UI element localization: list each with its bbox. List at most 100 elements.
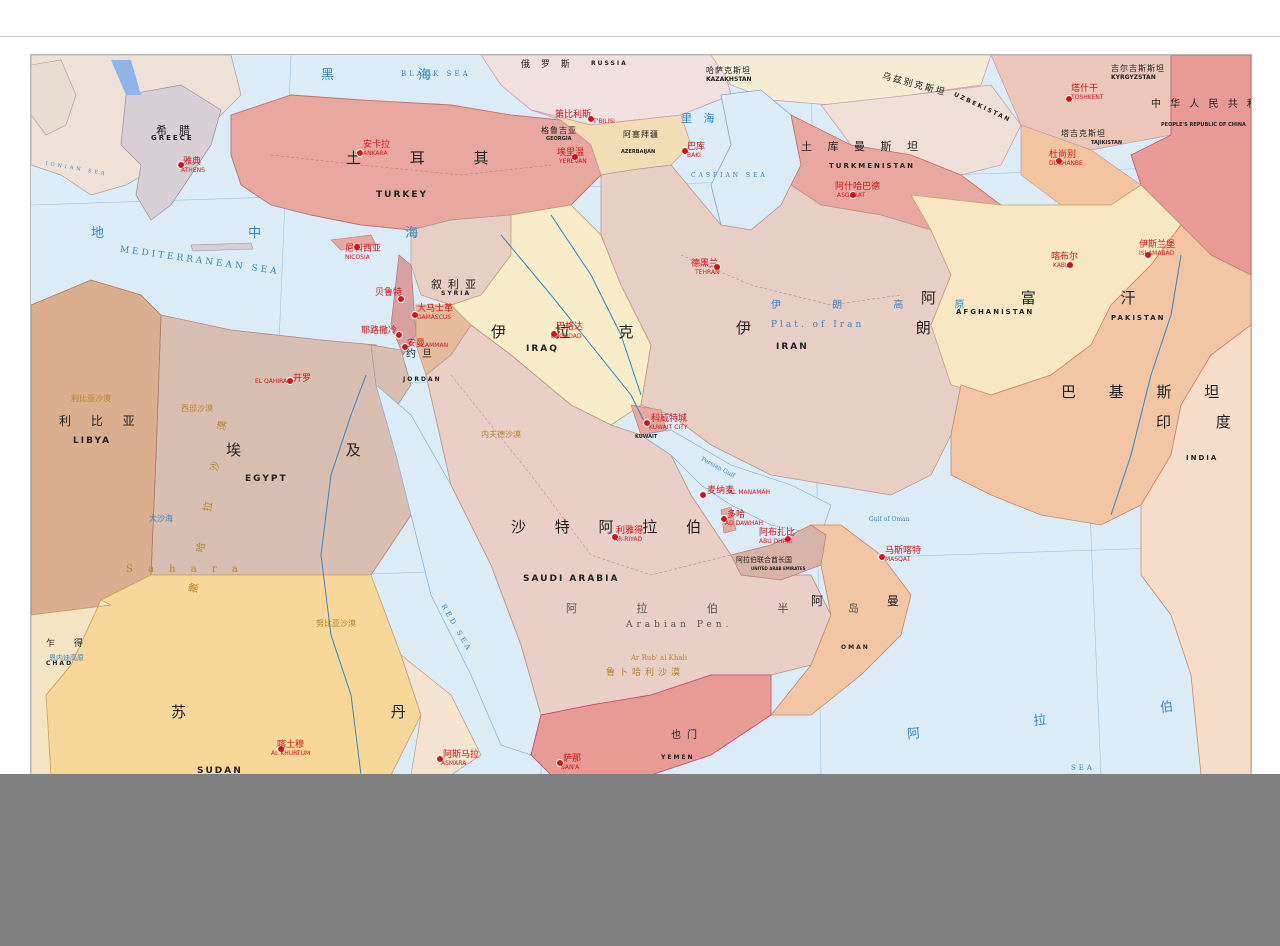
kuwait-label-en: KUWAIT bbox=[635, 434, 658, 440]
yemen-label-cn: 也门 bbox=[671, 730, 703, 741]
dushanbe-label-en: DUSHANBE bbox=[1049, 160, 1083, 167]
sudan-label-cn: 苏 丹 bbox=[171, 703, 506, 721]
islamabad-label-en: ISLAMABAD bbox=[1139, 250, 1175, 257]
saudi-label-en: SAUDI ARABIA bbox=[523, 574, 620, 584]
oman-label-en: OMAN bbox=[841, 644, 870, 651]
damascus-label: 大马士革 bbox=[417, 304, 454, 314]
ashgabat-label: 阿什哈巴德 bbox=[835, 182, 881, 192]
ennedi-label: 恩内迪高原 bbox=[49, 654, 84, 662]
tbilisi-label-en: T'BILISI bbox=[593, 118, 615, 125]
abu-dhabi-label-en: ABU DHABI bbox=[759, 538, 793, 545]
tashkent-label-en: TOSHKENT bbox=[1071, 94, 1104, 101]
yerevan-label-en: YEREVAN bbox=[559, 158, 587, 165]
pakistan-label-cn: 巴 基 斯 坦 bbox=[1061, 383, 1234, 401]
russia-label-cn: 俄 罗 斯 bbox=[521, 60, 574, 70]
egypt-label-en: EGYPT bbox=[245, 474, 288, 484]
asmara-label-en: ASMARA bbox=[441, 760, 467, 767]
arabian-peninsula-label-en: Arabian Pen. bbox=[626, 620, 733, 630]
kabul-label: 喀布尔 bbox=[1051, 252, 1079, 262]
china-label-en: PEOPLE'S REPUBLIC OF CHINA bbox=[1161, 122, 1246, 128]
sanaa-label-en: SAN'A bbox=[561, 764, 580, 771]
amman-label-en: AMMAN bbox=[425, 342, 449, 349]
kabul-label-en: KABUL bbox=[1053, 262, 1073, 269]
uae-label-en: UNITED ARAB EMIRATES bbox=[751, 566, 806, 571]
sanaa-label: 萨那 bbox=[563, 754, 582, 764]
baku-label-en: BAKI bbox=[687, 152, 701, 159]
libya-label-cn: 利 比 亚 bbox=[59, 414, 143, 428]
turkmenistan-label-en: TURKMENISTAN bbox=[829, 162, 916, 170]
tbilisi-label: 第比利斯 bbox=[555, 110, 592, 120]
nafud-label: 内夫德沙漠 bbox=[481, 430, 521, 439]
georgia-label-en: GEORGIA bbox=[546, 136, 572, 142]
kyrgyzstan-label-cn: 吉尔吉斯斯坦 bbox=[1111, 64, 1165, 73]
map-frame[interactable]: 土 耳 其 TURKEY 希腊 GREECE 叙利亚 SYRIA 伊 拉 克 I… bbox=[30, 54, 1252, 776]
iran-plateau-label-cn: 伊 朗 高 原 bbox=[771, 300, 989, 311]
gray-band bbox=[0, 774, 1280, 946]
pakistan-label-en: PAKISTAN bbox=[1111, 314, 1166, 322]
great-sand-sea-label: 大沙海 bbox=[149, 514, 173, 523]
mediterranean-label-cn: 地 中 海 bbox=[91, 226, 489, 241]
abu-dhabi-label: 阿布扎比 bbox=[759, 528, 796, 538]
chad-label-cn: 乍 得 bbox=[46, 639, 91, 649]
rub-al-khali-label-en: Ar Rub' al Khali bbox=[631, 654, 688, 662]
cairo-label-en: EL QAHIRA bbox=[255, 378, 288, 385]
khartoum-label-en: AL KHURTUM bbox=[271, 750, 311, 757]
azerbaijan-label-en: AZERBAIJAN bbox=[621, 149, 656, 155]
manama-label-en: AL MANAMAH bbox=[729, 489, 771, 496]
muscat-label: 马斯喀特 bbox=[885, 546, 922, 556]
china-label-cn: 中 华 人 民 共 和 国 bbox=[1151, 99, 1251, 110]
sahara-label-en: S a h a r a bbox=[126, 564, 244, 575]
ankara-label: 安卡拉 bbox=[363, 140, 391, 150]
georgia-label-cn: 格鲁吉亚 bbox=[541, 126, 577, 135]
top-strip bbox=[0, 0, 1280, 37]
doha-label: 多哈 bbox=[727, 510, 746, 520]
turkey-label-en: TURKEY bbox=[376, 190, 429, 200]
greece-label-en: GREECE bbox=[151, 134, 194, 142]
damascus-label-en: DAMASCUS bbox=[417, 314, 452, 321]
nubian-desert-label: 努比亚沙漠 bbox=[316, 619, 356, 628]
khartoum-label: 喀土穆 bbox=[277, 740, 305, 750]
manama-marker[interactable] bbox=[699, 491, 707, 499]
libya-label-en: LIBYA bbox=[73, 436, 112, 446]
russia-label-en: RUSSIA bbox=[591, 60, 628, 67]
riyadh-label-en: AR-RIYAD bbox=[614, 536, 643, 543]
tashkent-label: 塔什干 bbox=[1071, 84, 1099, 94]
gulf-of-oman-label: Gulf of Oman bbox=[869, 516, 910, 523]
western-desert-label: 西部沙漠 bbox=[181, 404, 213, 413]
athens-label-en: ATHENS bbox=[181, 167, 205, 174]
nicosia-label-en: NICOSIA bbox=[345, 254, 370, 261]
arabian-sea-label-en: SEA bbox=[1071, 764, 1095, 772]
iran-plateau-label-en: Plat. of Iran bbox=[771, 320, 865, 330]
iran-label-en: IRAN bbox=[776, 342, 809, 352]
islamabad-label: 伊斯兰堡 bbox=[1139, 240, 1176, 250]
syria-label-en: SYRIA bbox=[441, 290, 472, 297]
tehran-label: 德黑兰 bbox=[691, 259, 719, 269]
iraq-label-en: IRAQ bbox=[526, 344, 559, 354]
kuwait-city-label-en: KUWAIT CITY bbox=[649, 424, 688, 431]
tajikistan-label-cn: 塔吉克斯坦 bbox=[1061, 129, 1106, 138]
kuwait-city-label: 科威特城 bbox=[651, 414, 688, 424]
libyan-desert-label: 利比亚沙漠 bbox=[71, 394, 111, 403]
baghdad-label: 巴格达 bbox=[556, 322, 584, 332]
cairo-label: 开罗 bbox=[293, 374, 312, 384]
syria-label-cn: 叙利亚 bbox=[431, 278, 482, 291]
jordan-label-cn: 约旦 bbox=[406, 349, 438, 360]
india-label-en: INDIA bbox=[1186, 454, 1219, 462]
ankara-label-en: ANKARA bbox=[363, 150, 388, 157]
baku-label: 巴库 bbox=[687, 142, 706, 152]
jerusalem-label: 耶路撒冷 bbox=[361, 326, 398, 336]
yerevan-label: 埃里温 bbox=[557, 148, 585, 158]
baghdad-label-en: BAGHDAD bbox=[551, 333, 582, 340]
muscat-label-en: MASQAT bbox=[885, 556, 911, 563]
amman-label: 安曼 bbox=[407, 339, 426, 349]
nicosia-label: 尼科西亚 bbox=[345, 244, 382, 254]
tehran-label-en: TEHRAN bbox=[695, 269, 720, 276]
rub-al-khali-label: 鲁卜哈利沙漠 bbox=[606, 668, 685, 678]
caspian-label-cn: 里 海 bbox=[681, 112, 719, 125]
turkmenistan-label-cn: 土 库 曼 斯 坦 bbox=[801, 140, 924, 153]
india-label-cn: 印 度 bbox=[1156, 413, 1251, 431]
kazakhstan-label-cn: 哈萨克斯坦 bbox=[706, 66, 751, 75]
uae-label-cn: 阿拉伯联合酋长国 bbox=[736, 556, 792, 564]
jordan-label-en: JORDAN bbox=[403, 376, 442, 383]
egypt-label-cn: 埃 及 bbox=[226, 441, 411, 459]
